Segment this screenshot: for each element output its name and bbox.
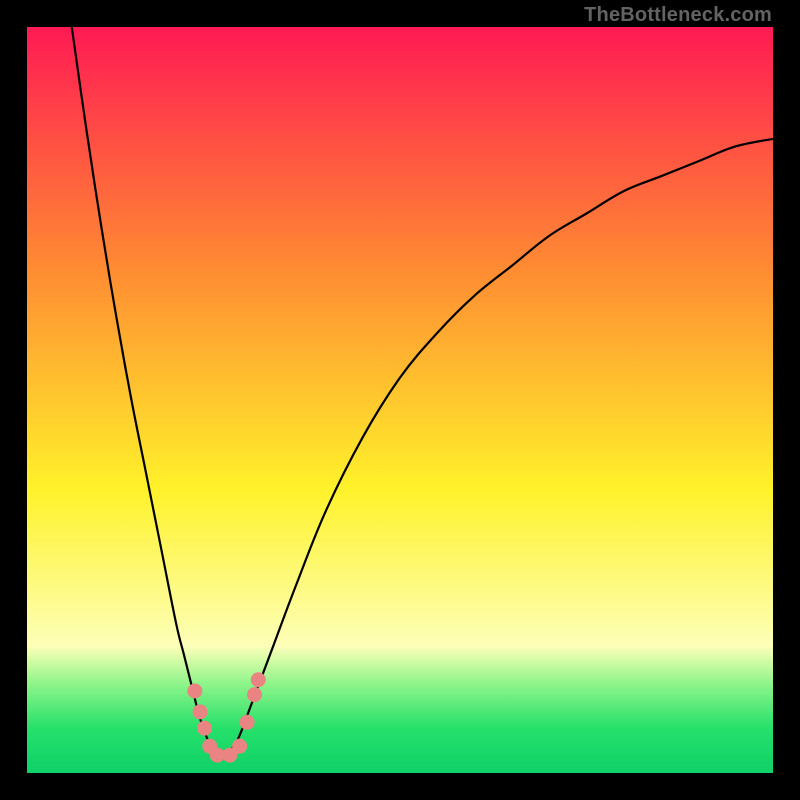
plot-area (27, 27, 773, 773)
data-point (251, 672, 266, 687)
curve-right (221, 139, 773, 758)
data-point (187, 683, 202, 698)
data-point (247, 687, 262, 702)
data-point (197, 721, 212, 736)
chart-frame: TheBottleneck.com (0, 0, 800, 800)
bottleneck-curve (27, 27, 773, 773)
data-point (240, 715, 255, 730)
data-point (232, 739, 247, 754)
curve-data-points (187, 672, 265, 762)
curve-left (72, 27, 221, 758)
data-point (193, 704, 208, 719)
watermark-text: TheBottleneck.com (584, 4, 772, 27)
